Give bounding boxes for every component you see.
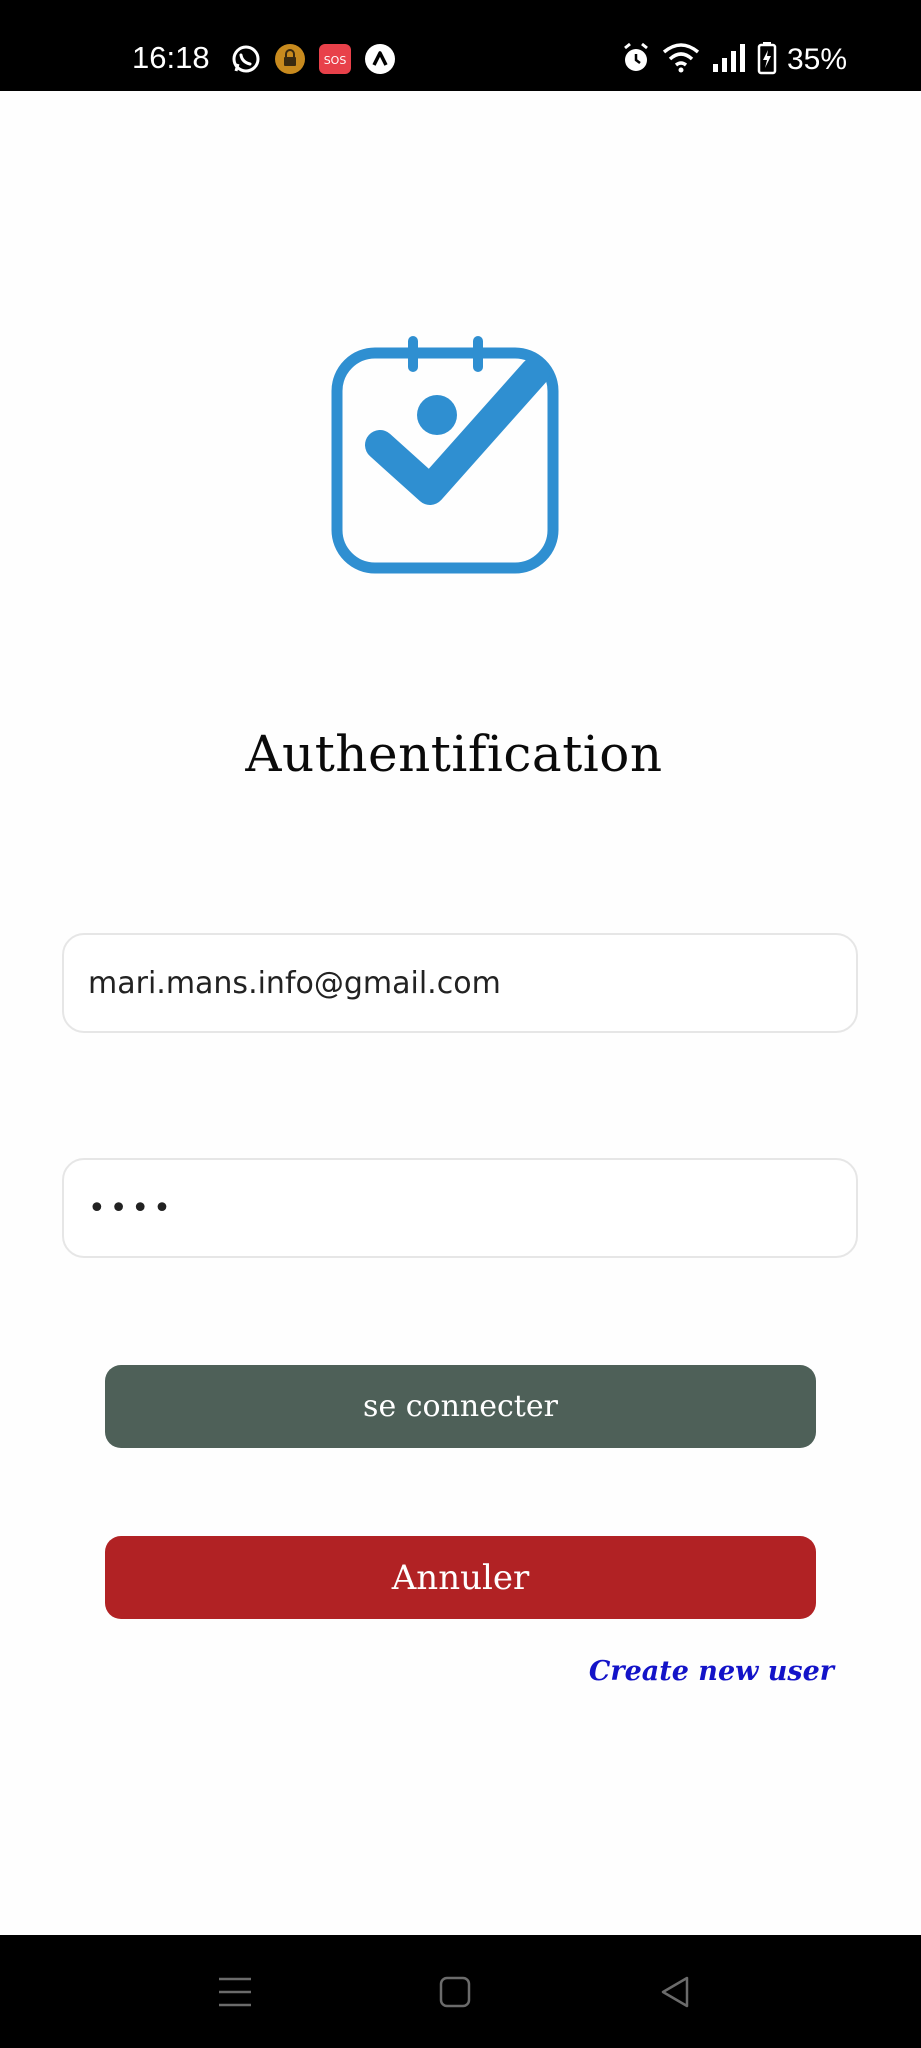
- arrow-app-icon: [364, 43, 396, 79]
- sos-icon: SOS: [318, 43, 352, 79]
- notification-icons: SOS: [230, 43, 396, 79]
- back-icon[interactable]: [640, 1957, 710, 2027]
- create-user-link[interactable]: Create new user: [589, 1656, 834, 1687]
- wifi-icon: [661, 42, 701, 78]
- login-screen: 16:18 SOS 35% Authentification mari.mans…: [0, 0, 921, 2048]
- battery-icon: [757, 41, 777, 79]
- system-icons: 35%: [621, 42, 847, 78]
- whatsapp-icon: [230, 43, 262, 79]
- calendar-check-icon: [330, 330, 562, 575]
- signal-icon: [711, 42, 747, 78]
- email-field[interactable]: [62, 933, 858, 1033]
- cancel-button[interactable]: Annuler: [105, 1536, 816, 1619]
- alarm-icon: [621, 42, 651, 78]
- navigation-bar: [0, 1935, 921, 2048]
- password-input[interactable]: [88, 1160, 828, 1256]
- recent-apps-icon[interactable]: [200, 1957, 270, 2027]
- password-field[interactable]: [62, 1158, 858, 1258]
- email-input[interactable]: [88, 935, 828, 1031]
- status-bar: 16:18 SOS 35%: [0, 0, 921, 91]
- connect-button[interactable]: se connecter: [105, 1365, 816, 1448]
- svg-text:SOS: SOS: [324, 54, 347, 67]
- lock-app-icon: [274, 43, 306, 79]
- home-icon[interactable]: [420, 1957, 490, 2027]
- page-title: Authentification: [245, 725, 663, 783]
- battery-percent: 35%: [786, 43, 847, 76]
- status-time: 16:18: [132, 40, 210, 75]
